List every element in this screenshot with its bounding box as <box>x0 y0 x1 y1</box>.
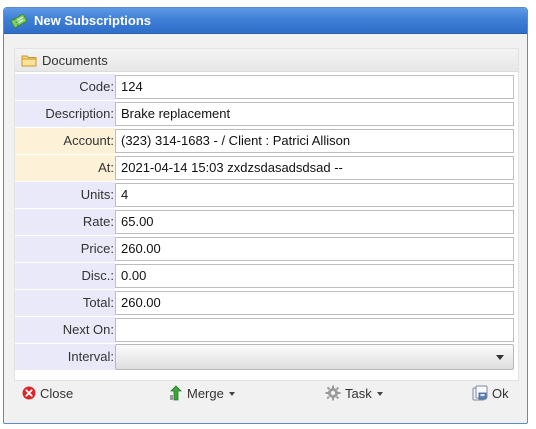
units-row: Units: 4 <box>15 182 518 209</box>
interval-label: Interval: <box>15 344 115 370</box>
new-subscriptions-dialog: New Subscriptions Documents Code: 124 De… <box>3 7 528 424</box>
next-on-label: Next On: <box>15 317 115 343</box>
window-title: New Subscriptions <box>34 13 152 28</box>
at-label: At: <box>15 155 115 181</box>
documents-section-header[interactable]: Documents <box>15 49 518 72</box>
code-field[interactable]: 124 <box>115 75 514 99</box>
merge-icon <box>169 385 183 401</box>
account-row: Account: (323) 314-1683 - / Client : Pat… <box>15 128 518 155</box>
at-field[interactable]: 2021-04-14 15:03 zxdzsdasadsdsad -- <box>115 156 514 180</box>
ok-label: Ok <box>492 385 509 401</box>
form-panel: Documents Code: 124 Description: Brake r… <box>14 48 519 381</box>
task-label: Task <box>345 385 372 401</box>
dropdown-arrow-icon[interactable] <box>496 355 504 360</box>
gear-icon <box>325 385 341 401</box>
disc-field[interactable]: 0.00 <box>115 264 514 288</box>
account-field[interactable]: (323) 314-1683 - / Client : Patrici Alli… <box>115 129 514 153</box>
code-row: Code: 124 <box>15 74 518 101</box>
form-fields: Code: 124 Description: Brake replacement… <box>15 74 518 371</box>
close-button[interactable]: Close <box>22 383 73 403</box>
disc-row: Disc.: 0.00 <box>15 263 518 290</box>
dialog-toolbar: Close Merge Task Ok <box>4 381 527 405</box>
code-label: Code: <box>15 74 115 100</box>
save-icon <box>472 385 488 401</box>
disc-label: Disc.: <box>15 263 115 289</box>
price-row: Price: 260.00 <box>15 236 518 263</box>
description-label: Description: <box>15 101 115 127</box>
total-label: Total: <box>15 290 115 316</box>
total-row: Total: 260.00 <box>15 290 518 317</box>
close-icon <box>22 386 36 400</box>
price-field[interactable]: 260.00 <box>115 237 514 261</box>
next-on-field[interactable] <box>115 318 514 342</box>
ok-button[interactable]: Ok <box>472 383 509 403</box>
account-label: Account: <box>15 128 115 154</box>
task-dropdown-caret-icon[interactable] <box>376 392 383 396</box>
description-row: Description: Brake replacement <box>15 101 518 128</box>
price-label: Price: <box>15 236 115 262</box>
section-title: Documents <box>42 52 108 68</box>
merge-label: Merge <box>187 385 224 401</box>
rate-field[interactable]: 65.00 <box>115 210 514 234</box>
merge-button[interactable]: Merge <box>169 383 235 403</box>
title-bar[interactable]: New Subscriptions <box>4 8 527 34</box>
description-field[interactable]: Brake replacement <box>115 102 514 126</box>
at-row: At: 2021-04-14 15:03 zxdzsdasadsdsad -- <box>15 155 518 182</box>
units-label: Units: <box>15 182 115 208</box>
next-on-row: Next On: <box>15 317 518 344</box>
task-button[interactable]: Task <box>325 383 383 403</box>
units-field[interactable]: 4 <box>115 183 514 207</box>
rate-label: Rate: <box>15 209 115 235</box>
folder-icon <box>21 54 37 67</box>
interval-row: Interval: <box>15 344 518 371</box>
close-label: Close <box>40 385 74 401</box>
rate-row: Rate: 65.00 <box>15 209 518 236</box>
merge-dropdown-caret-icon[interactable] <box>228 392 235 396</box>
total-field[interactable]: 260.00 <box>115 291 514 315</box>
interval-select[interactable] <box>115 344 514 370</box>
ticket-icon <box>10 13 28 28</box>
